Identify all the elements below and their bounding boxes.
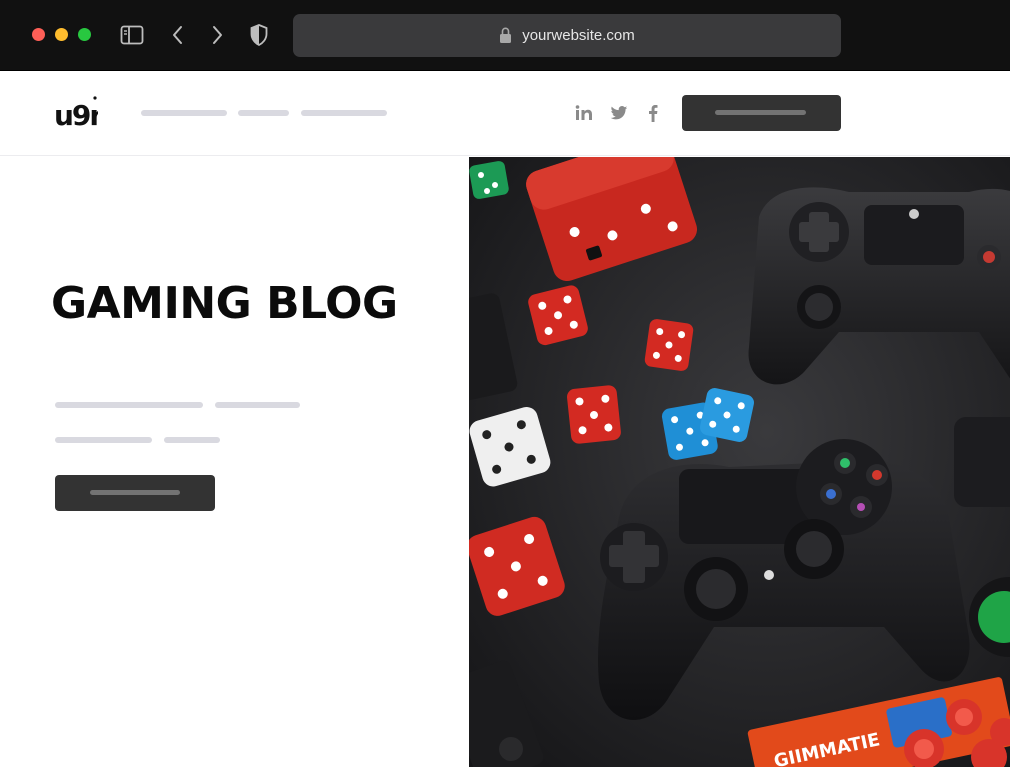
logo-text: u9n — [54, 99, 98, 131]
hero-cta-button[interactable] — [55, 475, 215, 511]
site-header: u9n — [0, 71, 1010, 156]
linkedin-icon[interactable] — [573, 101, 595, 125]
hero-text-line — [55, 402, 203, 408]
browser-chrome: yourwebsite.com — [0, 0, 1010, 71]
minimize-window-button[interactable] — [55, 28, 68, 41]
hero-text-line — [55, 437, 152, 443]
green-die — [469, 161, 509, 199]
shield-icon[interactable] — [247, 22, 271, 48]
lock-icon — [500, 27, 512, 43]
chevron-left-icon[interactable] — [166, 22, 190, 48]
gaming-illustration: GIIMMATIE — [469, 157, 1010, 767]
facebook-icon[interactable] — [642, 101, 664, 125]
hero-text-line — [164, 437, 220, 443]
twitter-icon[interactable] — [608, 101, 630, 125]
url-text: yourwebsite.com — [522, 27, 635, 44]
hero-cta-placeholder — [90, 490, 180, 495]
maximize-window-button[interactable] — [78, 28, 91, 41]
nav-link-3[interactable] — [301, 110, 387, 116]
nav-link-1[interactable] — [141, 110, 227, 116]
header-cta-placeholder — [715, 110, 806, 115]
sidebar-toggle-icon[interactable] — [120, 22, 144, 48]
chevron-right-icon[interactable] — [205, 22, 229, 48]
site-logo[interactable]: u9n — [54, 95, 98, 131]
hero-text-line — [215, 402, 300, 408]
hero-title: GAMING BLOG — [51, 278, 398, 329]
close-window-button[interactable] — [32, 28, 45, 41]
header-cta-button[interactable] — [682, 95, 841, 131]
hero-image: GIIMMATIE — [469, 157, 1010, 767]
address-bar[interactable]: yourwebsite.com — [293, 14, 841, 57]
nav-link-2[interactable] — [238, 110, 289, 116]
